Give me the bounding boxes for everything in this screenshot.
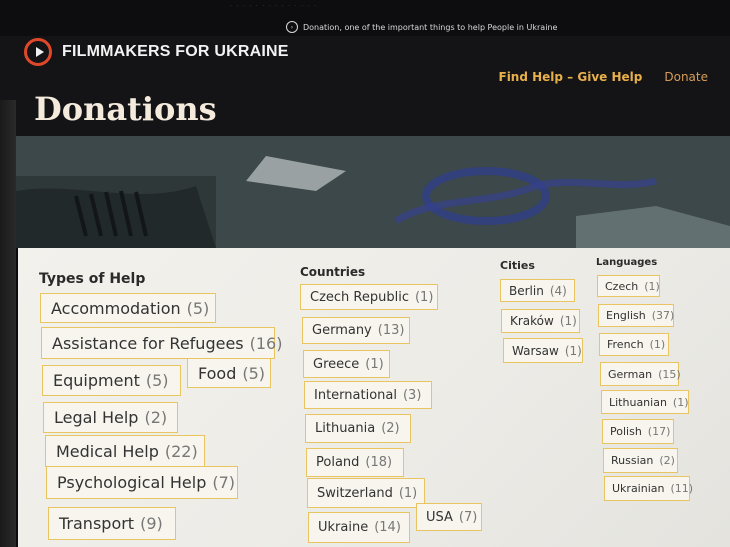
play-circle-icon	[24, 38, 52, 66]
top-nav-faded: · · · · · · · · · · · · · ·	[230, 2, 318, 10]
tag-usa[interactable]: USA (7)	[416, 503, 482, 531]
banner-graffiti-image	[16, 136, 730, 248]
tag-ukrainian[interactable]: Ukrainian (11)	[604, 476, 693, 501]
tag-russian[interactable]: Russian (2)	[603, 448, 678, 473]
main-nav: Find Help – Give Help Donate	[499, 70, 709, 84]
page-title: Donations	[34, 90, 217, 128]
tag-international[interactable]: International (3)	[304, 381, 432, 409]
tag-germany[interactable]: Germany (13)	[302, 317, 410, 344]
tag-transport[interactable]: Transport (9)	[48, 507, 176, 540]
nav-find-help[interactable]: Find Help – Give Help	[499, 70, 643, 84]
tag-berlin[interactable]: Berlin (4)	[500, 279, 575, 302]
types-of-help-heading: Types of Help	[39, 271, 146, 287]
tag-psychological-help[interactable]: Psychological Help (7)	[46, 466, 238, 499]
tag-french[interactable]: French (1)	[599, 333, 669, 356]
tag-medical-help[interactable]: Medical Help (22)	[45, 435, 205, 467]
tag-polish[interactable]: Polish (17)	[602, 419, 674, 444]
tag-assistance-for-refugees[interactable]: Assistance for Refugees (16)	[41, 327, 282, 359]
cities-heading: Cities	[500, 259, 535, 272]
tag-ukraine[interactable]: Ukraine (14)	[308, 512, 410, 543]
tag-switzerland[interactable]: Switzerland (1)	[307, 478, 425, 508]
brand-name: FILMMAKERS FOR UKRAINE	[62, 43, 289, 60]
hero-banner-image	[16, 136, 730, 248]
tag-accommodation[interactable]: Accommodation (5)	[40, 293, 216, 323]
top-bar: · · · · · · · · · · · · · · › Donation, …	[0, 0, 730, 36]
languages-heading: Languages	[596, 257, 658, 268]
info-circle-icon: ›	[286, 21, 298, 33]
screen-bezel	[0, 100, 16, 547]
notice-text: Donation, one of the important things to…	[303, 22, 558, 32]
tag-krakow[interactable]: Kraków (1)	[501, 309, 580, 333]
tag-czech-republic[interactable]: Czech Republic (1)	[300, 284, 438, 310]
tag-english[interactable]: English (37)	[598, 304, 674, 327]
countries-heading: Countries	[300, 265, 366, 279]
tag-legal-help[interactable]: Legal Help (2)	[43, 402, 178, 433]
notice-bar[interactable]: › Donation, one of the important things …	[286, 21, 557, 33]
tag-german[interactable]: German (15)	[600, 362, 681, 386]
tag-poland[interactable]: Poland (18)	[306, 448, 404, 477]
tag-greece[interactable]: Greece (1)	[303, 350, 390, 378]
tag-lithuanian[interactable]: Lithuanian (1)	[601, 390, 689, 414]
tag-warsaw[interactable]: Warsaw (1)	[503, 338, 583, 363]
tag-food[interactable]: Food (5)	[187, 358, 271, 388]
nav-donate[interactable]: Donate	[664, 70, 708, 84]
brand-logo[interactable]: FILMMAKERS FOR UKRAINE	[24, 38, 289, 66]
tag-equipment[interactable]: Equipment (5)	[42, 365, 181, 396]
tag-lithuania[interactable]: Lithuania (2)	[305, 414, 411, 443]
tag-czech[interactable]: Czech (1)	[597, 275, 660, 297]
